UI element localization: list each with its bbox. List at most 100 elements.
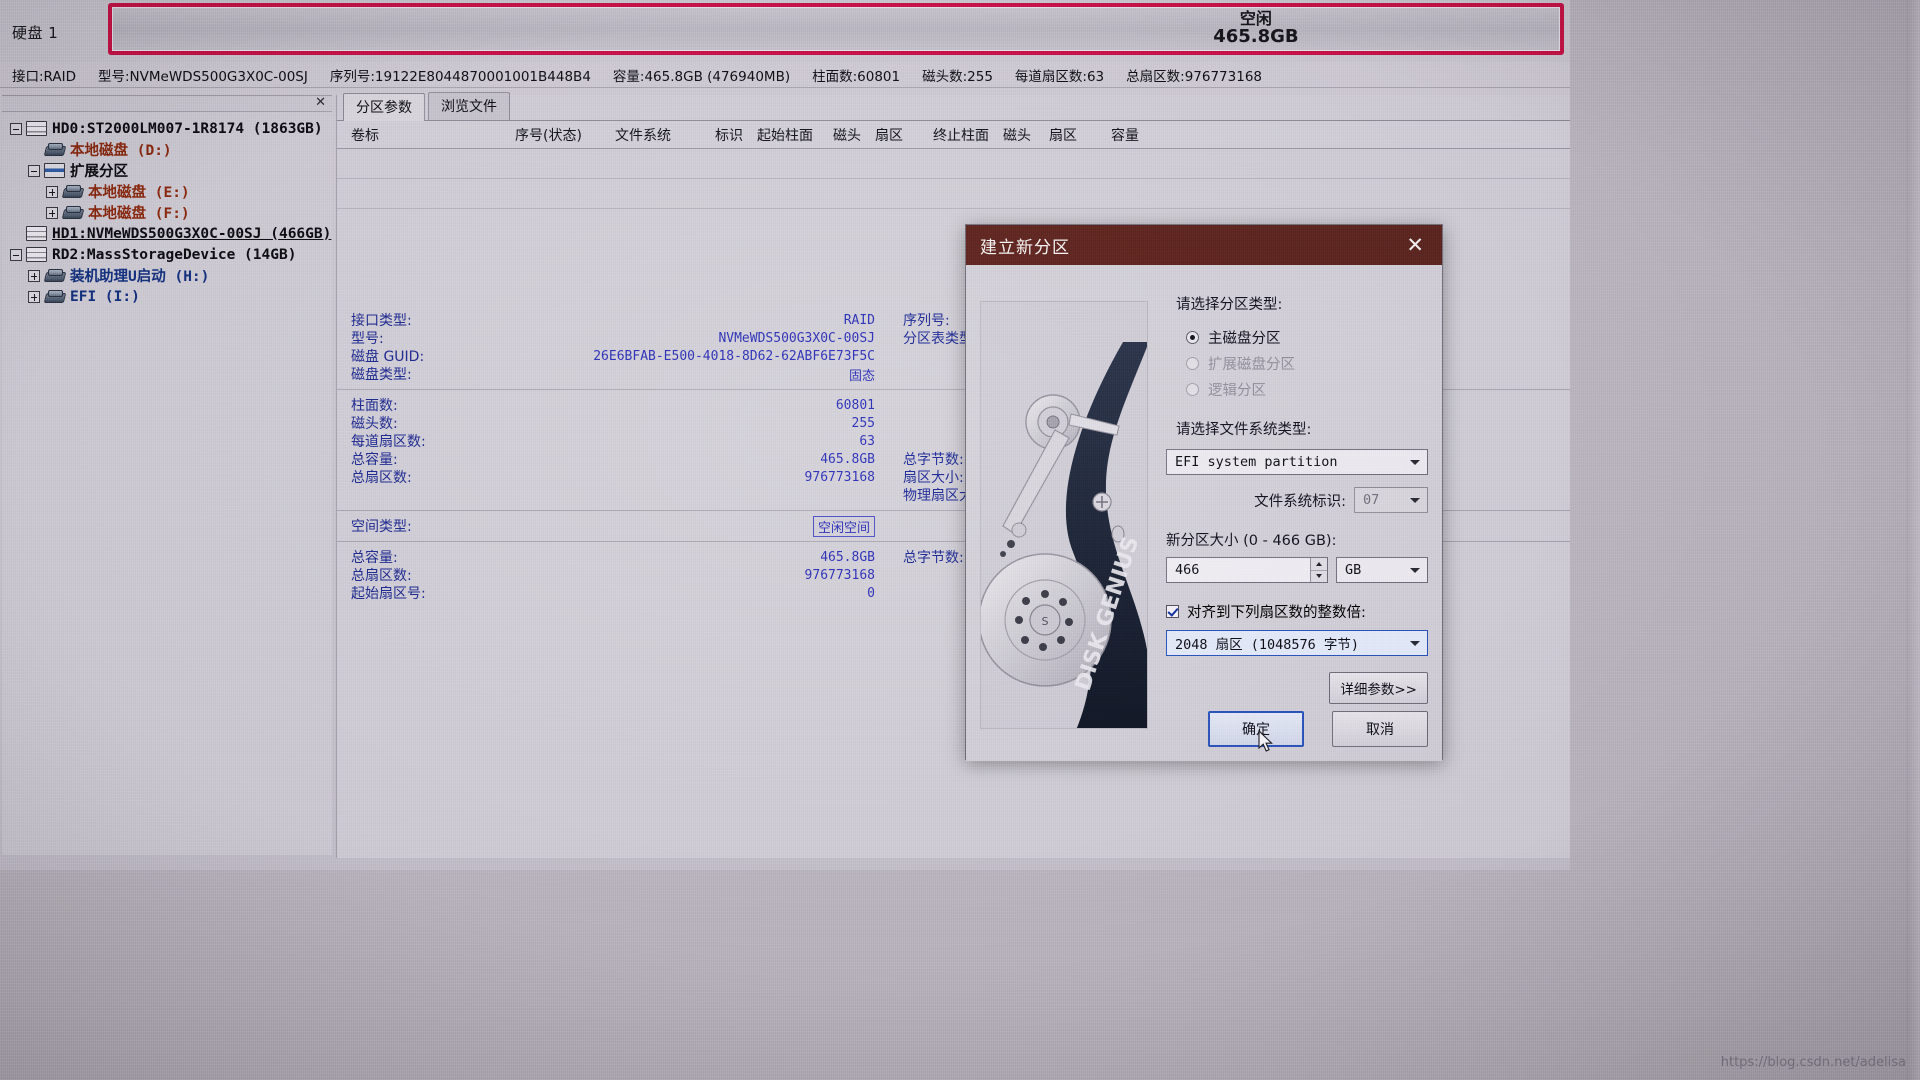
radio-icon — [1186, 356, 1199, 370]
detail-label: 总扇区数: — [351, 470, 412, 486]
hdd-icon — [62, 184, 83, 199]
detail-label: 接口类型: — [351, 313, 412, 329]
column-header[interactable]: 序号(状态) — [515, 125, 615, 145]
detail-label: 磁头数: — [351, 416, 398, 432]
expander-plus-icon[interactable] — [28, 290, 40, 303]
column-header[interactable]: 容量 — [1111, 125, 1191, 145]
column-header[interactable]: 标识 — [715, 125, 757, 145]
create-partition-dialog: 建立新分区 ✕ S DISK GENIUS 请选择分区类型: 主磁盘分区 扩展磁… — [965, 224, 1443, 761]
info-heads: 磁头数:255 — [922, 68, 993, 85]
expander-plus-icon[interactable] — [28, 269, 40, 282]
tree-item[interactable]: RD2:MassStorageDevice (14GB) — [10, 244, 332, 265]
column-header[interactable]: 卷标 — [337, 125, 515, 145]
radio-icon[interactable] — [1186, 330, 1199, 344]
detail-value: 空闲空间 — [527, 515, 875, 537]
filesystem-id-row: 文件系统标识: 07 — [1166, 487, 1428, 513]
hard-disk-illustration: S DISK GENIUS — [980, 301, 1148, 729]
dialog-action-buttons: 确定 取消 — [1166, 711, 1428, 747]
diskgenius-app-window: 硬盘 1 空闲 465.8GB 接口:RAID 型号:NVMeWDS500G3X… — [0, 0, 1570, 870]
align-checkbox[interactable] — [1166, 605, 1179, 618]
column-header[interactable]: 扇区 — [875, 125, 933, 145]
close-icon[interactable]: ✕ — [1400, 233, 1430, 258]
tree-item-label: 装机助理U启动 (H:) — [70, 269, 210, 285]
detail-value: 63 — [859, 433, 875, 449]
detail-value: 465.8GB — [820, 549, 875, 565]
detail-label: 起始扇区号: — [351, 586, 426, 602]
filesystem-id-select[interactable]: 07 — [1354, 487, 1428, 513]
align-checkbox-label: 对齐到下列扇区数的整数倍: — [1187, 605, 1366, 621]
advanced-params-button[interactable]: 详细参数>> — [1329, 672, 1428, 704]
detail-value: 976773168 — [804, 567, 875, 583]
expander-plus-icon[interactable] — [46, 206, 58, 219]
svg-text:S: S — [1042, 615, 1049, 628]
column-header[interactable]: 磁头 — [833, 125, 875, 145]
table-row[interactable] — [337, 179, 1570, 209]
stepper-down-button[interactable] — [1311, 570, 1327, 582]
close-icon[interactable]: ✕ — [315, 95, 326, 109]
advanced-row: 详细参数>> — [1166, 672, 1428, 704]
detail-label: 空间类型: — [351, 519, 412, 535]
tree-item-label: 扩展分区 — [70, 164, 128, 180]
hdd-icon — [44, 142, 65, 157]
tree-item[interactable]: 装机助理U启动 (H:) — [10, 265, 332, 286]
stepper-up-button[interactable] — [1311, 558, 1327, 571]
tree-item[interactable]: 本地磁盘 (D:) — [10, 139, 332, 160]
cancel-button[interactable]: 取消 — [1332, 711, 1428, 747]
radio-label: 扩展磁盘分区 — [1208, 356, 1295, 373]
hdd-icon — [44, 268, 65, 283]
device-tree: HD0:ST2000LM007-1R8174 (1863GB) 本地磁盘 (D:)… — [2, 112, 332, 307]
expander-minus-icon[interactable] — [10, 122, 22, 135]
chevron-down-icon — [1316, 574, 1322, 579]
column-header[interactable]: 磁头 — [1003, 125, 1049, 145]
expander-minus-icon[interactable] — [10, 248, 22, 261]
detail-label: 总容量: — [351, 452, 398, 468]
ok-button[interactable]: 确定 — [1208, 711, 1304, 747]
ext-icon — [44, 163, 65, 178]
chevron-up-icon — [1316, 561, 1322, 566]
tree-item[interactable]: HD1:NVMeWDS500G3X0C-00SJ (466GB) — [10, 223, 332, 244]
info-cylinders: 柱面数:60801 — [812, 68, 901, 85]
column-header[interactable]: 扇区 — [1049, 125, 1111, 145]
disk-partition-track[interactable]: 空闲 465.8GB — [108, 3, 1564, 55]
tree-item[interactable]: EFI (I:) — [10, 286, 332, 307]
partition-type-radio-group: 主磁盘分区扩展磁盘分区逻辑分区 — [1166, 324, 1428, 402]
space-type-value: 空闲空间 — [812, 515, 875, 537]
detail-value: 60801 — [835, 397, 875, 413]
detail-label: 型号: — [351, 331, 384, 347]
tab-browse-files[interactable]: 浏览文件 — [428, 92, 510, 120]
filesystem-select[interactable]: EFI system partition — [1166, 449, 1428, 475]
table-row[interactable] — [337, 149, 1570, 179]
free-space-block[interactable]: 空闲 465.8GB — [112, 7, 1560, 51]
tree-item[interactable]: 本地磁盘 (F:) — [10, 202, 332, 223]
size-stepper[interactable] — [1310, 558, 1327, 582]
align-value-select[interactable]: 2048 扇区 (1048576 字节) — [1166, 630, 1428, 656]
detail-value: 255 — [851, 415, 875, 431]
disk-drawing-icon: S DISK GENIUS — [981, 302, 1147, 728]
tree-item-label: RD2:MassStorageDevice (14GB) — [52, 246, 297, 263]
chevron-down-icon — [1410, 568, 1420, 573]
tree-item[interactable]: 本地磁盘 (E:) — [10, 181, 332, 202]
tab-partition-params[interactable]: 分区参数 — [343, 93, 425, 121]
tree-item-label: HD0:ST2000LM007-1R8174 (1863GB) — [52, 120, 323, 137]
hdd-icon — [44, 289, 65, 304]
size-unit-select[interactable]: GB — [1336, 557, 1428, 583]
expander-minus-icon[interactable] — [28, 164, 40, 177]
partition-type-radio-0[interactable]: 主磁盘分区 — [1186, 324, 1428, 350]
partition-type-radio-2: 逻辑分区 — [1186, 376, 1428, 402]
column-header[interactable]: 终止柱面 — [933, 125, 1003, 145]
tree-item[interactable]: 扩展分区 — [10, 160, 332, 181]
size-input-value: 466 — [1175, 562, 1200, 578]
chevron-down-icon — [1410, 498, 1420, 503]
column-header[interactable]: 起始柱面 — [757, 125, 833, 145]
detail-value: RAID — [843, 312, 875, 328]
free-space-title: 空闲 — [1239, 8, 1272, 28]
align-checkbox-row[interactable]: 对齐到下列扇区数的整数倍: — [1166, 601, 1428, 622]
detail-value: 976773168 — [804, 469, 875, 485]
tree-item[interactable]: HD0:ST2000LM007-1R8174 (1863GB) — [10, 118, 332, 139]
expander-plus-icon[interactable] — [46, 185, 58, 198]
detail-label: 总容量: — [351, 550, 398, 566]
size-input[interactable]: 466 — [1166, 557, 1328, 583]
panel-tabs: 分区参数 浏览文件 — [337, 92, 1570, 121]
detail-value: 固态 — [848, 368, 875, 384]
column-header[interactable]: 文件系统 — [615, 125, 715, 145]
